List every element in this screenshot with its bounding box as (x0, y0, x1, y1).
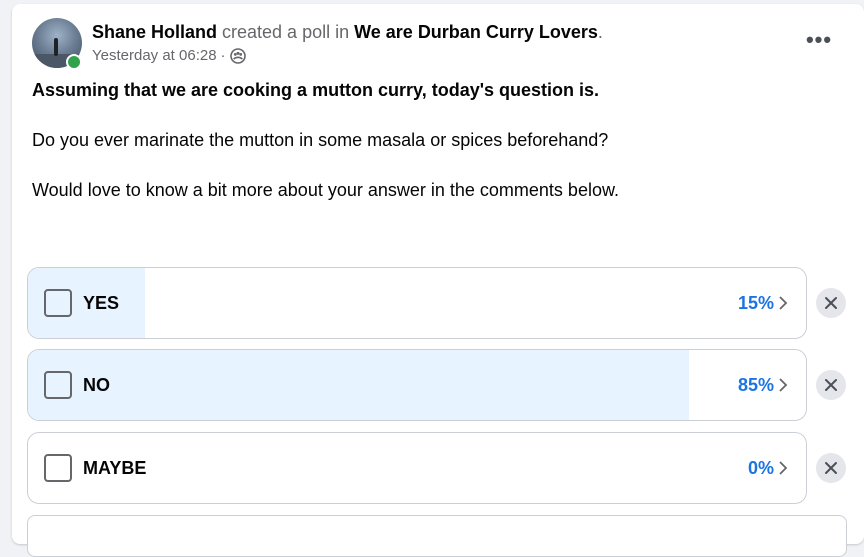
online-status-dot (66, 54, 82, 70)
poll-option-no[interactable]: NO 85% (27, 349, 807, 421)
poll-option-yes[interactable]: YES 15% (27, 267, 807, 339)
poll-percent-text: 85% (737, 375, 774, 395)
remove-option-maybe-button[interactable] (816, 453, 846, 483)
group-audience-icon[interactable] (229, 47, 246, 64)
poll-result-link[interactable]: 85% (738, 373, 788, 397)
chevron-right-icon (779, 296, 788, 310)
more-options-icon[interactable]: ••• (802, 26, 836, 54)
poll-option-label: YES (83, 293, 120, 313)
poll-option-label: MAYBE (83, 458, 147, 478)
poll-percent-text: 0% (747, 458, 774, 478)
post-header: Shane Holland created a poll in We are D… (92, 21, 603, 43)
avatar-figure (54, 38, 58, 56)
post-text-line-3: Would love to know a bit more about your… (32, 180, 619, 200)
post-text-line-1: Assuming that we are cooking a mutton cu… (32, 80, 600, 100)
remove-option-no-button[interactable] (816, 370, 846, 400)
close-icon (825, 297, 837, 309)
add-option-input[interactable] (27, 515, 847, 557)
group-suffix: . (597, 22, 603, 42)
author-name[interactable]: Shane Holland (92, 22, 217, 42)
chevron-right-icon (779, 461, 788, 475)
close-icon (825, 379, 837, 391)
chevron-right-icon (779, 378, 788, 392)
poll-option-label: NO (83, 375, 110, 395)
poll-result-link[interactable]: 0% (748, 456, 788, 480)
poll-checkbox[interactable] (44, 454, 72, 482)
poll-checkbox[interactable] (44, 289, 72, 317)
poll-option-maybe[interactable]: MAYBE 0% (27, 432, 807, 504)
post-meta: Yesterday at 06:28 · (92, 47, 246, 64)
group-name[interactable]: We are Durban Curry Lovers (354, 22, 598, 42)
post-timestamp[interactable]: Yesterday at 06:28 (92, 47, 217, 64)
close-icon (825, 462, 837, 474)
post-action-text: created a poll in (217, 22, 355, 42)
poll-percent-text: 15% (737, 293, 774, 313)
poll-post-card: Shane Holland created a poll in We are D… (12, 4, 864, 557)
meta-separator: · (220, 47, 226, 64)
remove-option-yes-button[interactable] (816, 288, 846, 318)
poll-result-link[interactable]: 15% (738, 291, 788, 315)
poll-fill-bar (28, 350, 690, 420)
post-text-line-2: Do you ever marinate the mutton in some … (32, 130, 609, 150)
poll-checkbox[interactable] (44, 371, 72, 399)
